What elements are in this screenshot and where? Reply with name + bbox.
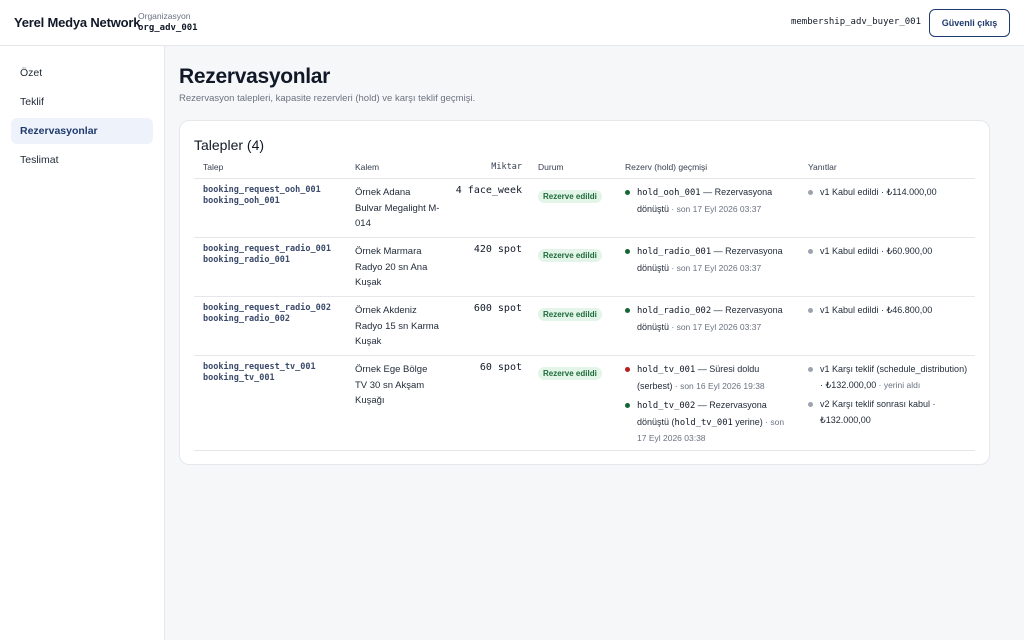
request-id[interactable]: booking_request_tv_001 <box>203 362 316 373</box>
responses: v1 Karşı teklif (schedule_distribution) … <box>808 362 968 432</box>
hold-history: hold_radio_001 — Rezervasyona dönüştü · … <box>625 244 795 280</box>
response-text: v1 Kabul edildi · ₺114.000,00 <box>820 187 937 197</box>
hold-entry: hold_tv_002 — Rezervasyona dönüştü (hold… <box>625 398 795 447</box>
hold-time: · son 17 Eyl 2026 03:37 <box>669 321 762 332</box>
bullet-icon <box>808 367 813 372</box>
response-entry: v1 Karşı teklif (schedule_distribution) … <box>808 362 968 393</box>
sidebar-item-teklif[interactable]: Teklif <box>11 89 153 115</box>
booking-id: booking_radio_001 <box>203 255 290 265</box>
status-cell: Rezerve edildi <box>538 245 602 263</box>
response-text: v1 Kabul edildi · ₺46.800,00 <box>820 305 933 315</box>
hold-entry: hold_radio_001 — Rezervasyona dönüştü · … <box>625 244 795 276</box>
responses: v1 Kabul edildi · ₺114.000,00 <box>808 185 968 205</box>
response-entry: v1 Kabul edildi · ₺114.000,00 <box>808 185 968 201</box>
sidebar: Özet Teklif Rezervasyonlar Teslimat <box>0 46 165 640</box>
sidebar-item-rezervasyonlar[interactable]: Rezervasyonlar <box>11 118 153 144</box>
status-cell: Rezerve edildi <box>538 186 602 204</box>
hold-history: hold_radio_002 — Rezervasyona dönüştü · … <box>625 303 795 339</box>
request-cell: booking_request_radio_001 booking_radio_… <box>203 244 331 266</box>
quantity: 60 spot <box>479 362 522 373</box>
user-id: membership_adv_buyer_001 <box>790 17 921 27</box>
response-entry: v2 Karşı teklif sonrası kabul · ₺132.000… <box>808 397 968 428</box>
quantity: 600 spot <box>473 303 522 314</box>
sidebar-item-teslimat[interactable]: Teslimat <box>11 147 153 173</box>
col-header-request: Talep <box>203 162 224 172</box>
main-content: Rezervasyonlar Rezervasyon talepleri, ka… <box>165 46 1024 640</box>
booking-id: booking_tv_001 <box>203 373 275 383</box>
col-header-status: Durum <box>538 162 564 172</box>
item-name: Örnek Adana Bulvar Megalight M-014 <box>355 187 440 229</box>
hold-code: hold_tv_001 <box>637 365 696 375</box>
col-header-item: Kalem <box>355 162 380 172</box>
org-info: Organizasyon org_adv_001 <box>138 11 198 34</box>
item-name: Örnek Marmara Radyo 20 sn Ana Kuşak <box>355 246 428 288</box>
bullet-icon <box>808 190 813 195</box>
col-header-qty: Miktar <box>491 162 522 172</box>
booking-id: booking_radio_002 <box>203 314 290 324</box>
status-badge: Rezerve edildi <box>538 190 602 203</box>
org-value: org_adv_001 <box>138 23 198 33</box>
hold-code: hold_radio_001 <box>637 247 712 257</box>
table-row: booking_request_tv_001 booking_tv_001 Ör… <box>194 356 975 451</box>
hold-text-suffix: yerine) <box>732 416 763 427</box>
response-text: v2 Karşı teklif sonrası kabul · ₺132.000… <box>820 399 936 425</box>
hold-time: · son 17 Eyl 2026 03:37 <box>669 203 762 214</box>
request-cell: booking_request_tv_001 booking_tv_001 <box>203 362 316 384</box>
item-name: Örnek Akdeniz Radyo 15 sn Karma Kuşak <box>355 305 439 347</box>
org-label: Organizasyon <box>138 11 191 21</box>
page-title: Rezervasyonlar <box>179 65 331 88</box>
status-badge: Rezerve edildi <box>538 308 602 321</box>
col-header-hold: Rezerv (hold) geçmişi <box>625 162 708 172</box>
status-cell: Rezerve edildi <box>538 363 602 381</box>
requests-card: Talepler (4) Talep Kalem Miktar Durum Re… <box>179 120 990 465</box>
request-id[interactable]: booking_request_ooh_001 <box>203 185 321 196</box>
page-subtitle: Rezervasyon talepleri, kapasite rezervle… <box>179 93 476 104</box>
hold-history: hold_ooh_001 — Rezervasyona dönüştü · so… <box>625 185 795 221</box>
response-entry: v1 Kabul edildi · ₺60.900,00 <box>808 244 968 260</box>
quantity: 420 spot <box>473 244 522 255</box>
bullet-icon <box>808 402 813 407</box>
status-dot-icon <box>625 308 630 313</box>
response-entry: v1 Kabul edildi · ₺46.800,00 <box>808 303 968 319</box>
brand-name[interactable]: Yerel Medya Network <box>14 15 140 30</box>
status-badge: Rezerve edildi <box>538 367 602 380</box>
hold-code: hold_radio_002 <box>637 306 712 316</box>
card-title: Talepler (4) <box>194 137 265 153</box>
status-dot-icon <box>625 367 630 372</box>
bullet-icon <box>808 249 813 254</box>
hold-history: hold_tv_001 — Süresi doldu (serbest) · s… <box>625 362 795 451</box>
booking-id: booking_ooh_001 <box>203 196 280 206</box>
request-id[interactable]: booking_request_radio_002 <box>203 303 331 314</box>
status-dot-icon <box>625 249 630 254</box>
table-row: booking_request_radio_002 booking_radio_… <box>194 297 975 356</box>
hold-entry: hold_tv_001 — Süresi doldu (serbest) · s… <box>625 362 795 394</box>
hold-time: · son 17 Eyl 2026 03:37 <box>669 262 762 273</box>
logout-button[interactable]: Güvenli çıkış <box>929 9 1010 37</box>
status-dot-icon <box>625 190 630 195</box>
col-header-responses: Yanıtlar <box>808 162 837 172</box>
responses: v1 Kabul edildi · ₺46.800,00 <box>808 303 968 323</box>
request-cell: booking_request_radio_002 booking_radio_… <box>203 303 331 325</box>
hold-ref-code: hold_tv_001 <box>674 417 733 428</box>
hold-time: · son 16 Eyl 2026 19:38 <box>672 380 765 391</box>
status-dot-icon <box>625 403 630 408</box>
item-name: Örnek Ege Bölge TV 30 sn Akşam Kuşağı <box>355 364 428 406</box>
bullet-icon <box>808 308 813 313</box>
top-bar: Yerel Medya Network Organizasyon org_adv… <box>0 0 1024 46</box>
request-id[interactable]: booking_request_radio_001 <box>203 244 331 255</box>
table-row: booking_request_radio_001 booking_radio_… <box>194 238 975 297</box>
response-extra: · yerini aldı <box>876 379 921 390</box>
status-badge: Rezerve edildi <box>538 249 602 262</box>
hold-code: hold_tv_002 <box>637 401 696 411</box>
quantity: 4 face_week <box>455 185 522 196</box>
hold-entry: hold_ooh_001 — Rezervasyona dönüştü · so… <box>625 185 795 217</box>
status-cell: Rezerve edildi <box>538 304 602 322</box>
hold-entry: hold_radio_002 — Rezervasyona dönüştü · … <box>625 303 795 335</box>
responses: v1 Kabul edildi · ₺60.900,00 <box>808 244 968 264</box>
response-text: v1 Kabul edildi · ₺60.900,00 <box>820 246 933 256</box>
sidebar-item-ozet[interactable]: Özet <box>11 60 153 86</box>
request-cell: booking_request_ooh_001 booking_ooh_001 <box>203 185 321 207</box>
hold-code: hold_ooh_001 <box>637 188 701 198</box>
table-row: booking_request_ooh_001 booking_ooh_001 … <box>194 179 975 238</box>
